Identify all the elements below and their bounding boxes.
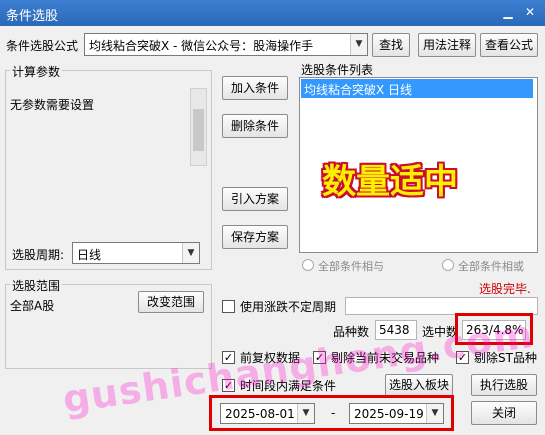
chevron-down-icon[interactable]: ▼ [182,243,199,263]
view-formula-button[interactable]: 查看公式 [480,33,538,57]
import-plan-button[interactable]: 引入方案 [222,187,288,211]
period-label: 选股周期: [12,248,65,262]
period-value: 日线 [77,248,102,262]
formula-value: 均线粘合突破X - 微信公众号：股海操作手 [89,39,314,53]
overlay-caption: 数量适中 [322,162,458,202]
chevron-down-icon[interactable]: ▼ [350,34,367,55]
period-select[interactable]: 日线 ▼ [72,242,200,264]
close-button[interactable]: 关闭 [471,401,537,425]
scope-value: 全部A股 [10,299,55,313]
logic-or-radio[interactable] [442,259,454,271]
title-bar: 条件选股 ▁ ✕ [0,0,545,26]
change-scope-button[interactable]: 改变范围 [138,291,204,313]
add-condition-button[interactable]: 加入条件 [222,76,288,100]
logic-and-label: 全部条件相与 [318,260,384,273]
execute-button[interactable]: 执行选股 [471,374,537,396]
logic-or-label: 全部条件相或 [458,260,524,273]
date-highlight-box [209,395,454,431]
params-scrollbar[interactable] [190,88,207,166]
uncertain-period-label: 使用涨跌不定周期 [240,300,337,314]
close-icon[interactable]: ✕ [522,5,538,19]
uncertain-period-checkbox[interactable] [222,300,235,313]
logic-and-radio[interactable] [302,259,314,271]
minimize-icon[interactable]: ▁ [500,5,516,19]
to-board-button[interactable]: 选股入板块 [385,374,453,396]
formula-label: 条件选股公式 [6,39,79,53]
scope-group-label: 选股范围 [10,277,63,294]
find-button[interactable]: 查找 [372,33,410,57]
conditions-group-label: 选股条件列表 [301,63,374,77]
save-plan-button[interactable]: 保存方案 [222,225,288,249]
status-text: 选股完毕. [479,282,531,296]
list-item[interactable]: 均线粘合突破X 日线 [301,79,533,98]
formula-select[interactable]: 均线粘合突破X - 微信公众号：股海操作手 ▼ [84,33,368,56]
scrollbar-thumb[interactable] [193,109,204,151]
params-text: 无参数需要设置 [10,98,95,112]
usage-button[interactable]: 用法注释 [418,33,476,57]
params-group-label: 计算参数 [10,63,63,80]
delete-condition-button[interactable]: 删除条件 [222,114,288,138]
window-title: 条件选股 [6,9,59,24]
